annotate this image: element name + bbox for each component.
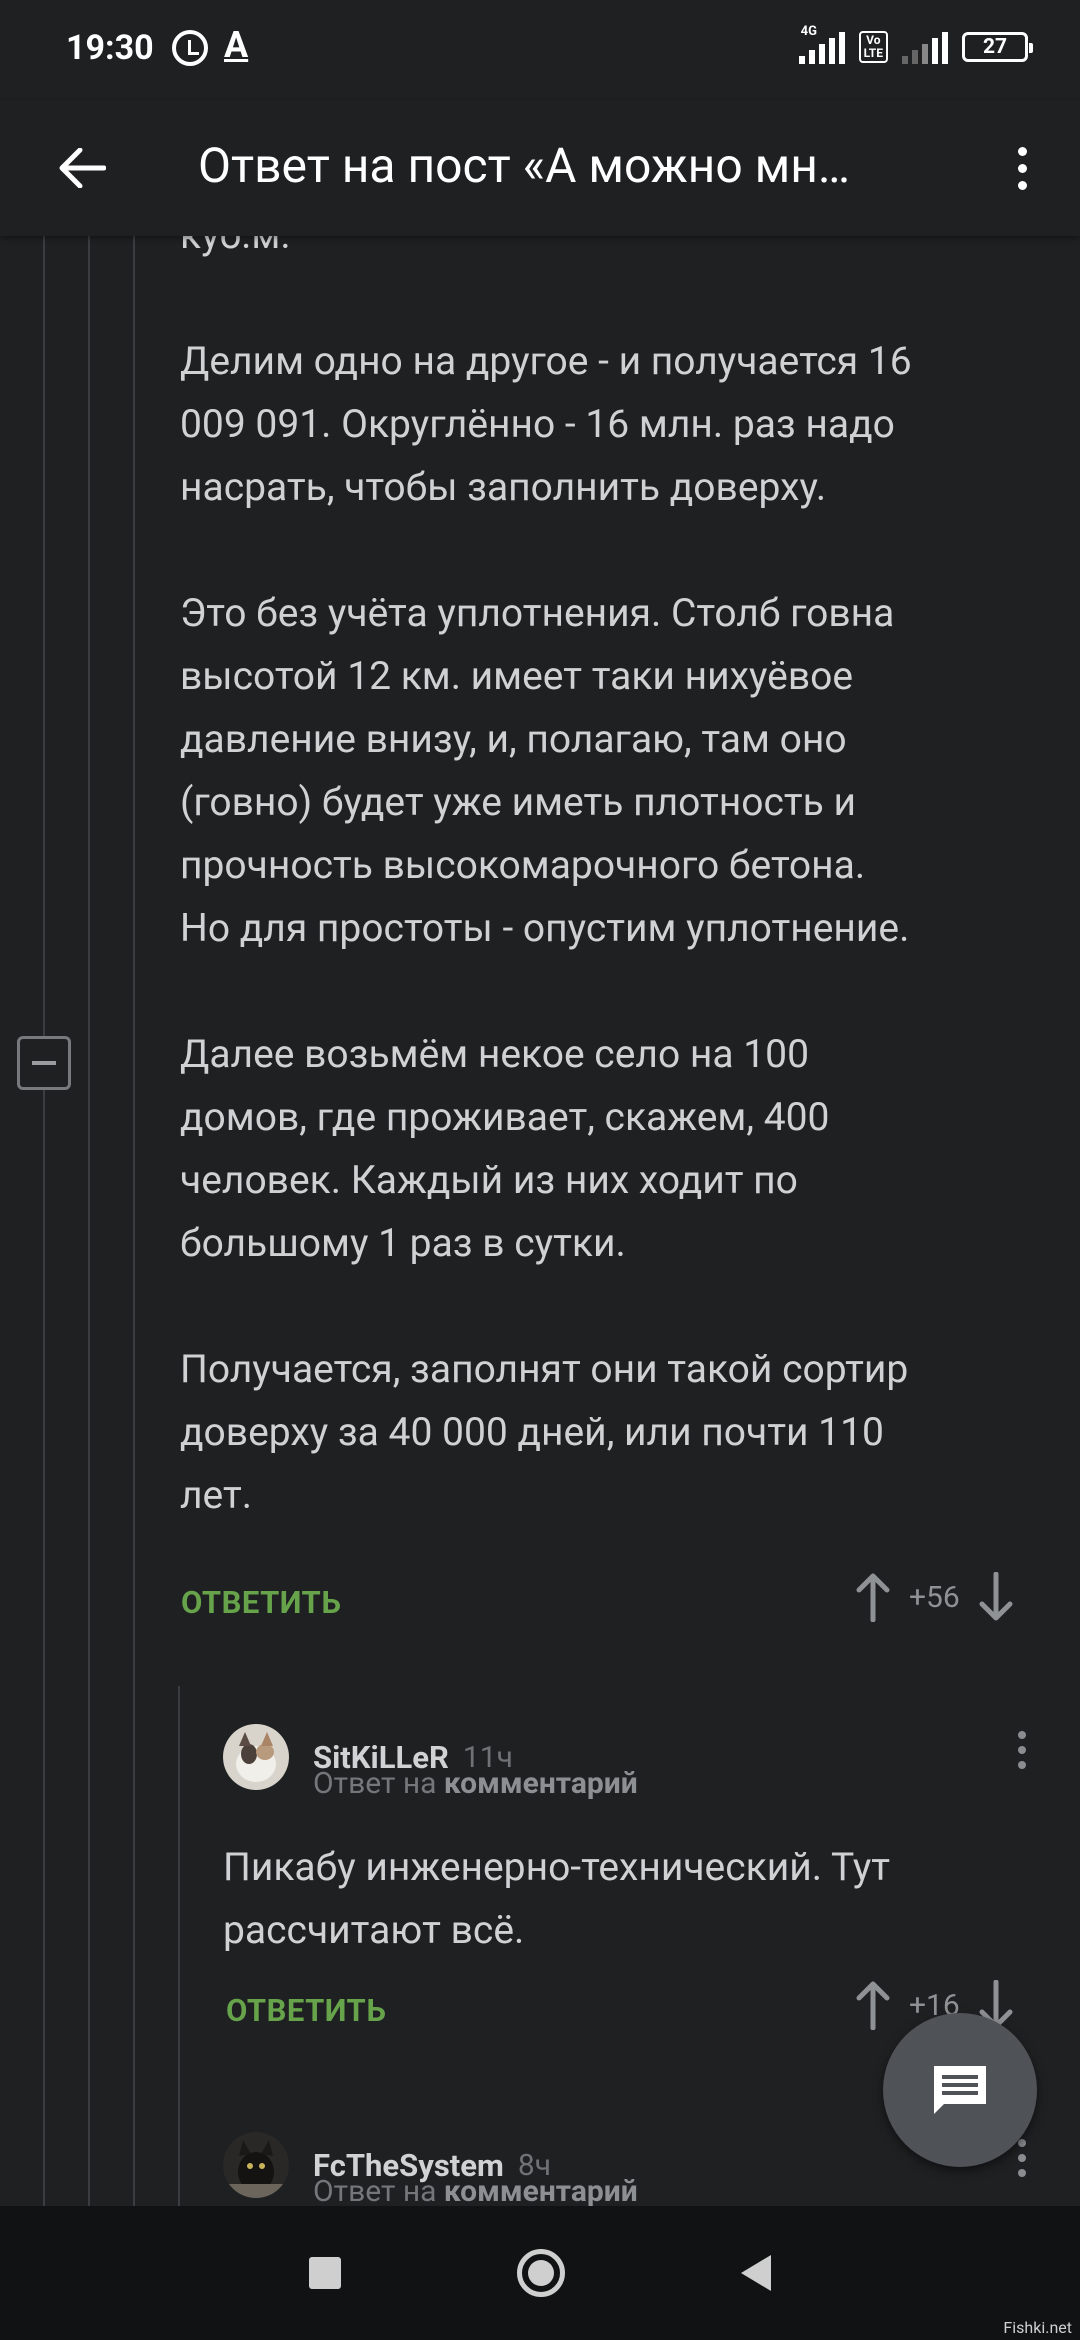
text-line: 009 091. Округлённо - 16 млн. раз надо: [180, 401, 895, 447]
text-line: [180, 267, 1060, 330]
text-line: Далее возьмём некое село на 100: [180, 1031, 809, 1077]
text-line: человек. Каждый из них ходит по: [180, 1157, 798, 1203]
signal-icon: [902, 30, 948, 64]
a-indicator-icon: A: [224, 24, 249, 66]
nav-back-icon[interactable]: [741, 2255, 771, 2291]
thread-line: [133, 236, 135, 2206]
recents-icon[interactable]: [309, 2257, 341, 2289]
text-line: Пикабу инженерно-технический. Тут: [223, 1844, 891, 1890]
thread-line: [43, 236, 45, 2206]
comment-more-icon[interactable]: [1002, 1720, 1042, 1780]
home-icon[interactable]: [517, 2249, 565, 2297]
app-bar: Ответ на пост «А можно мн…: [0, 100, 1080, 236]
text-line: (говно) будет уже иметь плотность и: [180, 779, 856, 825]
reply-to: Ответ на комментарий: [313, 1766, 638, 1801]
comment-text: куб.м. Делим одно на другое - и получает…: [180, 236, 1060, 1527]
avatar[interactable]: [223, 1724, 289, 1790]
avatar[interactable]: [223, 2132, 289, 2198]
text-line: Это без учёта уплотнения. Столб говна: [180, 590, 895, 636]
collapse-minus-icon: [32, 1061, 56, 1065]
text-line: Но для простоты - опустим уплотнение.: [180, 905, 910, 951]
reply-text: Пикабу инженерно-технический. Тут рассчит…: [223, 1836, 1043, 1962]
more-vert-icon[interactable]: [984, 130, 1060, 206]
comment-thread[interactable]: куб.м. Делим одно на другое - и получает…: [0, 236, 1080, 2206]
text-line: прочность высокомарочного бетона.: [180, 842, 866, 888]
vote-count: +56: [909, 1579, 960, 1615]
reply-button[interactable]: ОТВЕТИТЬ: [181, 1584, 341, 1621]
watermark: Fishki.net: [1003, 2318, 1072, 2337]
reply-to: Ответ на комментарий: [313, 2174, 638, 2206]
comment-fab-button[interactable]: [883, 2013, 1037, 2167]
arrow-up-icon[interactable]: [853, 1980, 893, 2030]
text-line: давление внизу, и, полагаю, там оно: [180, 716, 847, 762]
back-button[interactable]: [44, 130, 120, 206]
collapse-thread-button[interactable]: [17, 1036, 71, 1090]
system-nav-bar: [0, 2206, 1080, 2340]
text-line: Получается, заполнят они такой сортир: [180, 1346, 909, 1392]
text-line: насрать, чтобы заполнить доверху.: [180, 464, 827, 510]
text-line: домов, где проживает, скажем, 400: [180, 1094, 830, 1140]
back-arrow-icon: [59, 148, 106, 188]
text-line: [180, 519, 1060, 582]
status-time: 19:30: [66, 28, 154, 68]
reply-target-link[interactable]: комментарий: [444, 1766, 638, 1801]
text-line: доверху за 40 000 дней, или почти 110: [180, 1409, 884, 1455]
volte-icon: Vo LTE: [858, 31, 888, 63]
text-line: лет.: [180, 1472, 253, 1518]
page-title: Ответ на пост «А можно мн…: [198, 137, 850, 194]
text-line: [180, 960, 1060, 1023]
thread-line: [88, 236, 90, 2206]
reply-button[interactable]: ОТВЕТИТЬ: [226, 1992, 386, 2029]
vote-controls: +56: [853, 1572, 1016, 1622]
arrow-up-icon[interactable]: [853, 1572, 893, 1622]
signal-4g-icon: 4G: [798, 24, 845, 64]
text-line: высотой 12 км. имеет таки нихуёвое: [180, 653, 854, 699]
thread-line: [178, 1686, 180, 2206]
text-line: [180, 1275, 1060, 1338]
status-bar: 19:30 A 4G Vo LTE 27: [0, 0, 1080, 100]
text-line: большому 1 раз в сутки.: [180, 1220, 626, 1266]
reply-target-link[interactable]: комментарий: [444, 2174, 638, 2206]
battery-icon: 27: [962, 32, 1033, 62]
alarm-icon: [172, 30, 208, 66]
arrow-down-icon[interactable]: [976, 1572, 1016, 1622]
text-line: рассчитают всё.: [223, 1907, 525, 1953]
comment-fab-icon: [934, 2066, 986, 2114]
text-line: Делим одно на другое - и получается 16: [180, 338, 912, 384]
text-line: куб.м.: [180, 236, 1060, 267]
